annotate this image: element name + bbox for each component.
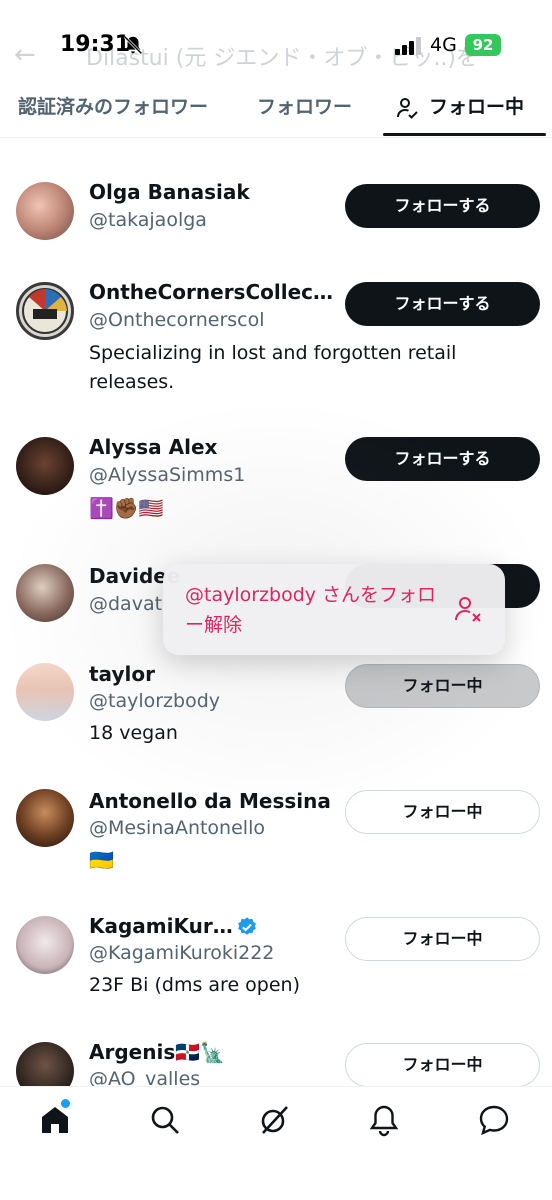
user-handle: @Onthecornerscol <box>89 309 265 331</box>
avatar[interactable] <box>16 437 74 495</box>
grok-icon[interactable] <box>257 1103 291 1137</box>
bell-off-icon <box>123 35 143 55</box>
user-name[interactable]: KagamiKuroki <box>89 914 239 938</box>
status-bar: ← Dilastui (元 ジエンド・オブ・ピッ..)を 19:31 4G 92 <box>0 0 552 88</box>
home-notification-dot <box>61 1099 70 1108</box>
avatar[interactable] <box>16 789 74 847</box>
avatar[interactable] <box>16 564 74 622</box>
signal-icon <box>395 37 421 55</box>
user-bio: 18 vegan <box>89 722 178 744</box>
avatar[interactable] <box>16 182 74 240</box>
tab-verified-followers[interactable]: 認証済みのフォロワー <box>18 88 208 138</box>
avatar[interactable] <box>16 916 74 974</box>
avatar[interactable] <box>16 663 74 721</box>
tab-followers[interactable]: フォロワー <box>257 88 352 138</box>
follow-button[interactable]: フォローする <box>345 282 540 326</box>
bottom-navigation <box>0 1086 552 1200</box>
follow-button[interactable]: フォローする <box>345 437 540 481</box>
user-handle: @davat <box>89 593 163 615</box>
following-button[interactable]: フォロー中 <box>345 1043 540 1086</box>
user-bio: 23F Bi (dms are open) <box>89 974 301 996</box>
active-tab-indicator <box>383 133 546 136</box>
user-name[interactable]: Argenis🇩🇴🗽 <box>89 1040 225 1064</box>
unfollow-menu[interactable]: @taylorzbody さんをフォロー解除 <box>163 564 505 655</box>
user-name[interactable]: taylor <box>89 662 155 686</box>
user-bio: 🇺🇦 <box>89 848 114 872</box>
verified-badge-icon <box>238 917 256 935</box>
user-name[interactable]: OntheCornersCollecti... <box>89 280 339 304</box>
user-handle: @MesinaAntonello <box>89 817 265 839</box>
collectibles-logo-icon <box>22 288 68 334</box>
home-icon[interactable] <box>38 1103 72 1137</box>
unfollow-menu-label: @taylorzbody さんをフォロー解除 <box>185 584 437 636</box>
user-handle: @AO_valles <box>89 1068 201 1086</box>
tab-bar: 認証済みのフォロワー フォロワー フォロー中 <box>0 88 552 138</box>
network-type: 4G <box>430 34 457 56</box>
following-button[interactable]: フォロー中 <box>345 790 540 834</box>
avatar[interactable] <box>16 282 74 340</box>
avatar[interactable] <box>16 1042 74 1086</box>
tab-following[interactable]: フォロー中 <box>383 88 546 138</box>
user-handle: @taylorzbody <box>89 690 221 712</box>
follow-button[interactable]: フォローする <box>345 184 540 228</box>
back-arrow-ghost: ← <box>14 40 36 70</box>
tab-following-label: フォロー中 <box>429 96 525 118</box>
following-button[interactable]: フォロー中 <box>345 917 540 961</box>
user-handle: @KagamiKuroki222 <box>89 942 275 964</box>
user-name[interactable]: Alyssa Alex <box>89 435 217 459</box>
user-remove-icon <box>455 597 481 622</box>
search-icon[interactable] <box>148 1103 182 1137</box>
following-button[interactable]: フォロー中 <box>345 664 540 708</box>
notifications-bell-icon[interactable] <box>367 1103 401 1137</box>
user-name[interactable]: Olga Banasiak <box>89 180 250 204</box>
user-handle: @takajaolga <box>89 209 207 231</box>
user-bio: Specializing in lost and forgotten retai… <box>89 342 457 393</box>
battery-indicator: 92 <box>465 34 501 56</box>
user-name[interactable]: Antonello da Messina <box>89 789 331 813</box>
user-bio: ✝️✊🏾🇺🇸 <box>89 496 164 520</box>
user-handle: @AlyssaSimms1 <box>89 464 246 486</box>
messages-icon[interactable] <box>477 1103 511 1137</box>
user-check-icon <box>397 98 418 119</box>
status-time: 19:31 <box>60 32 131 57</box>
